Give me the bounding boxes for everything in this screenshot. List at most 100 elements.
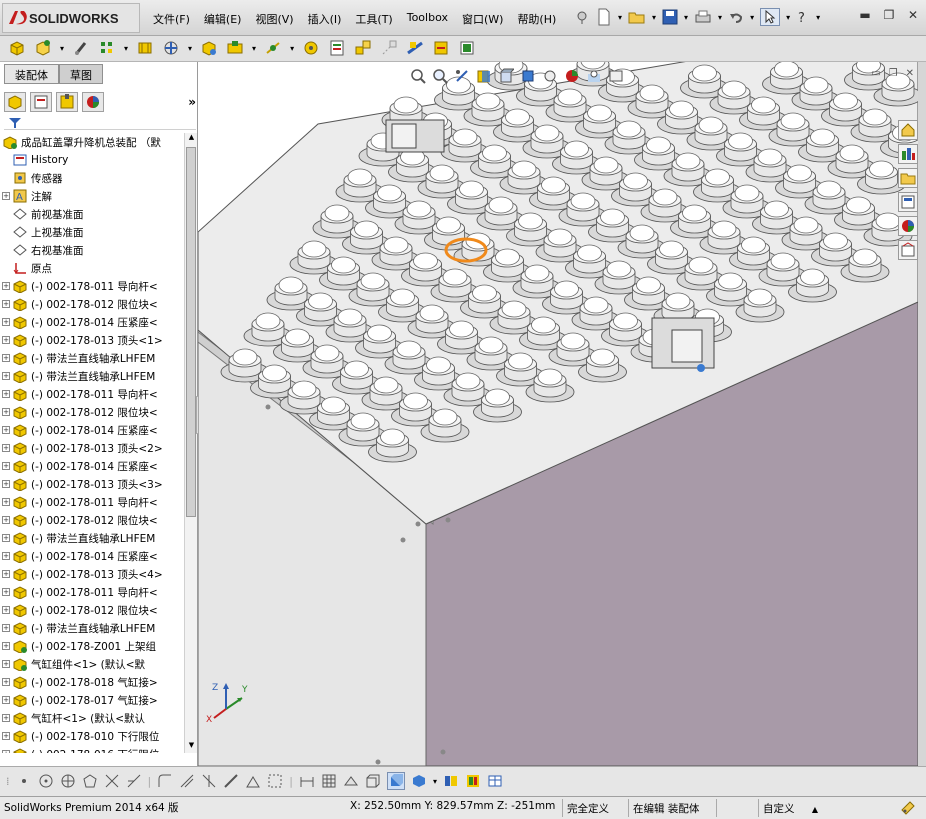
ball-unit-ball[interactable] (751, 96, 776, 114)
instant3d-icon[interactable] (458, 39, 476, 57)
help-icon[interactable]: ? (796, 9, 810, 25)
tree-node[interactable]: + (-) 002-178-011 导向杆< (2, 493, 184, 511)
view-orientation-icon[interactable] (498, 68, 514, 84)
ball-unit-ball[interactable] (557, 88, 583, 106)
ball-unit-ball[interactable] (255, 312, 281, 330)
ball-unit-ball[interactable] (337, 308, 363, 326)
ball-unit-ball[interactable] (436, 216, 461, 234)
ball-unit-ball[interactable] (770, 252, 796, 270)
new-motion-study-icon[interactable] (302, 39, 320, 57)
ball-unit-ball[interactable] (675, 152, 701, 170)
tree-node[interactable]: + (-) 002-178-017 气缸接> (2, 691, 184, 709)
ball-unit-ball[interactable] (308, 292, 333, 310)
ball-unit-ball[interactable] (636, 276, 661, 294)
ball-unit-ball[interactable] (531, 316, 556, 334)
tree-node[interactable]: + 气缸组件<1> (默认<默 (2, 655, 184, 673)
expand-plus-icon[interactable]: + (2, 732, 10, 740)
previous-view-icon[interactable] (454, 68, 470, 84)
ball-unit-ball[interactable] (278, 276, 304, 294)
ball-unit-ball[interactable] (547, 228, 573, 246)
ball-unit-ball[interactable] (698, 116, 724, 134)
insert-component-icon[interactable] (8, 39, 26, 57)
tab-configuration-manager[interactable] (56, 92, 78, 112)
offset-icon[interactable] (179, 773, 195, 789)
interference-detection-icon[interactable] (406, 39, 424, 57)
zoom-area-icon[interactable] (432, 68, 448, 84)
ball-unit-ball[interactable] (390, 288, 415, 306)
fillet-icon[interactable] (157, 773, 173, 789)
print-dropdown-icon[interactable]: ▾ (718, 13, 722, 22)
ball-unit-ball[interactable] (606, 260, 632, 278)
scrollbar-thumb[interactable] (186, 147, 196, 517)
polygon-icon[interactable] (82, 773, 98, 789)
smart-dimension-icon[interactable] (299, 773, 315, 789)
ball-unit-ball[interactable] (419, 304, 445, 322)
move-entities-icon[interactable] (267, 773, 283, 789)
ball-unit-ball[interactable] (377, 184, 402, 202)
rebuild-status-icon[interactable] (900, 800, 916, 816)
expand-plus-icon[interactable]: + (2, 696, 10, 704)
open-icon[interactable] (628, 9, 646, 25)
ball-unit-ball[interactable] (764, 200, 789, 218)
menu-insert[interactable]: 插入(I) (301, 9, 349, 29)
display-mode-icon[interactable] (411, 773, 427, 789)
ball-unit-ball[interactable] (344, 360, 369, 378)
ball-unit-ball[interactable] (659, 240, 684, 258)
toolbox-icon[interactable] (443, 773, 459, 789)
tree-node[interactable]: + (-) 002-178-014 压紧座< (2, 457, 184, 475)
tree-node[interactable]: + (-) 002-178-010 下行限位 (2, 727, 184, 745)
task-pane-library-icon[interactable] (898, 144, 918, 164)
ball-unit-ball[interactable] (347, 168, 373, 186)
tree-node[interactable]: 右视基准面 (2, 241, 184, 259)
trim-icon[interactable] (104, 773, 120, 789)
expand-plus-icon[interactable]: + (2, 498, 10, 506)
circle-icon[interactable] (38, 773, 54, 789)
ball-unit-ball[interactable] (429, 164, 455, 182)
grid-icon[interactable] (321, 773, 337, 789)
expand-panel-icon[interactable]: » (188, 95, 196, 109)
viewport-minimize-icon[interactable]: ▭ (871, 68, 880, 79)
ball-unit-ball[interactable] (652, 188, 678, 206)
ball-unit-ball[interactable] (380, 428, 405, 446)
help-dropdown-icon[interactable]: ▾ (816, 13, 820, 22)
expand-plus-icon[interactable]: + (2, 570, 10, 578)
tree-node[interactable]: + (-) 002-178-018 气缸接> (2, 673, 184, 691)
design-library-icon[interactable] (465, 773, 481, 789)
tab-sketch[interactable]: 草图 (59, 64, 103, 84)
ball-unit-ball[interactable] (665, 292, 691, 310)
tree-node[interactable]: + (-) 002-178-012 限位块< (2, 403, 184, 421)
expand-plus-icon[interactable]: + (2, 678, 10, 686)
linear-pattern-icon[interactable] (98, 39, 116, 57)
ball-unit-ball[interactable] (623, 172, 648, 190)
cube-wire-icon[interactable] (365, 773, 381, 789)
menu-edit[interactable]: 编辑(E) (197, 9, 249, 29)
ball-unit-ball[interactable] (475, 92, 501, 110)
open-dropdown-icon[interactable]: ▾ (652, 13, 656, 22)
expand-plus-icon[interactable]: + (2, 624, 10, 632)
ball-unit-ball[interactable] (452, 128, 478, 146)
scroll-down-icon[interactable]: ▼ (186, 741, 197, 753)
viewport-restore-icon[interactable]: ❐ (889, 68, 898, 79)
ball-unit-ball[interactable] (413, 252, 438, 270)
smart-fasteners-icon[interactable] (136, 39, 154, 57)
expand-plus-icon[interactable]: + (2, 372, 10, 380)
ball-unit-ball[interactable] (800, 268, 825, 286)
ball-unit-ball[interactable] (360, 272, 386, 290)
ball-unit-ball[interactable] (432, 408, 458, 426)
ball-unit-ball[interactable] (393, 96, 419, 114)
expand-plus-icon[interactable]: + (2, 750, 10, 753)
tree-node[interactable]: + (-) 002-178-016 下行限位 (2, 745, 184, 753)
ball-unit-ball[interactable] (787, 164, 812, 182)
ball-unit-ball[interactable] (741, 236, 766, 254)
ball-unit-ball[interactable] (508, 352, 533, 370)
ball-unit-ball[interactable] (449, 320, 474, 338)
tree-root[interactable]: 成品缸盖罩升降机总装配 （默 (2, 133, 184, 151)
ball-unit-ball[interactable] (646, 136, 671, 154)
ball-unit-ball[interactable] (554, 280, 579, 298)
cylinder-block-right-face[interactable] (671, 329, 703, 363)
ball-unit-ball[interactable] (718, 272, 743, 290)
ball-unit-ball[interactable] (564, 140, 589, 158)
bill-of-materials-icon[interactable] (328, 39, 346, 57)
expand-plus-icon[interactable]: + (2, 444, 10, 452)
graphics-viewport[interactable]: ▭ ❐ ✕ Z Y X (198, 62, 918, 766)
